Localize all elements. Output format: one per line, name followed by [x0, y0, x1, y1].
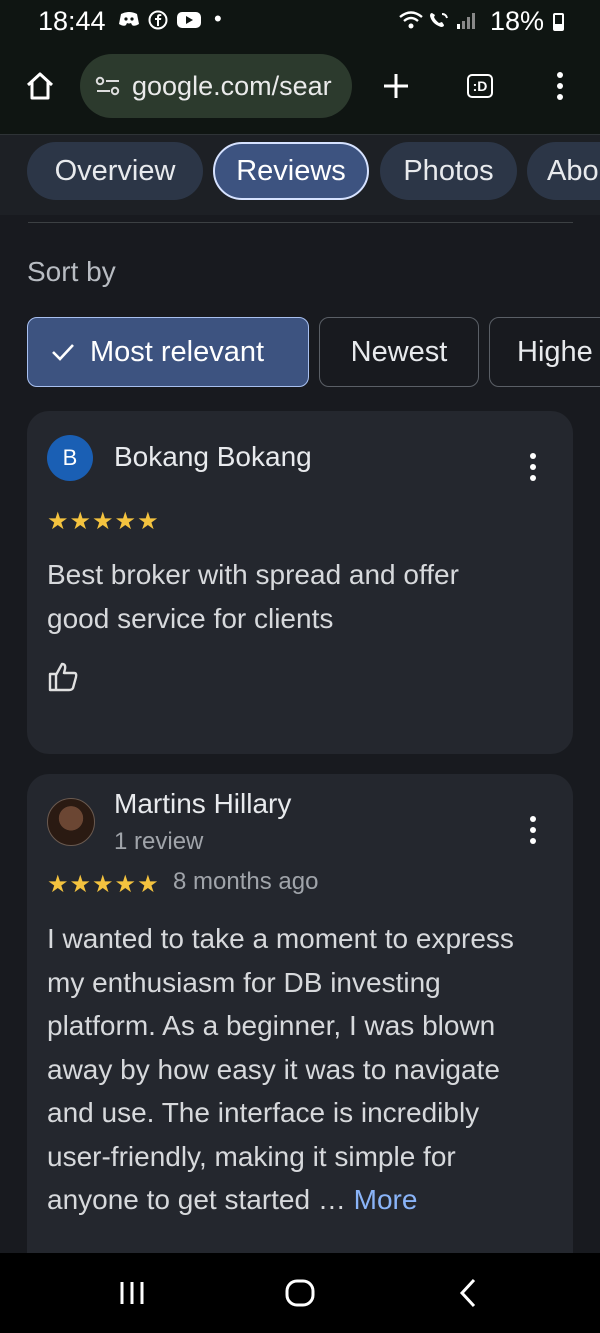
facebook-icon: [148, 10, 168, 35]
tab-overview[interactable]: Overview: [27, 142, 203, 200]
tab-reviews[interactable]: Reviews: [213, 142, 369, 200]
review-text: I wanted to take a moment to express my …: [47, 923, 514, 1215]
avatar[interactable]: B: [47, 435, 93, 481]
section-divider: [28, 222, 573, 223]
home-icon: [26, 72, 54, 100]
browser-menu-button[interactable]: [538, 64, 582, 108]
review-date: 8 months ago: [173, 868, 319, 895]
signal-icon: [456, 10, 478, 35]
check-icon: [52, 344, 74, 361]
notification-dot-icon: •: [214, 6, 222, 31]
back-button[interactable]: [446, 1271, 490, 1315]
home-circle-icon: [285, 1279, 315, 1307]
new-tab-button[interactable]: [374, 64, 418, 108]
recents-icon: [120, 1282, 144, 1304]
place-tabs: Overview Reviews Photos Abo: [0, 135, 600, 215]
review-card: B Bokang Bokang ★★★★★ Best broker with s…: [27, 411, 573, 754]
discord-icon: [118, 10, 140, 33]
tab-count: :D: [467, 74, 493, 98]
review-card: Martins Hillary 1 review ★★★★★ 8 months …: [27, 774, 573, 1294]
review-menu-icon[interactable]: [528, 816, 538, 844]
thumbs-up-icon: [48, 662, 78, 692]
url-text: google.com/sear: [132, 70, 332, 101]
review-author[interactable]: Bokang Bokang: [114, 441, 312, 473]
tab-photos[interactable]: Photos: [380, 142, 517, 200]
youtube-icon: [176, 10, 202, 35]
back-chevron-icon: [459, 1278, 476, 1308]
status-bar: 18:44 • 18%: [0, 0, 600, 44]
review-count: 1 review: [114, 828, 204, 855]
tab-switcher-button[interactable]: :D: [458, 64, 502, 108]
recent-apps-button[interactable]: [110, 1271, 154, 1315]
more-link[interactable]: More: [354, 1184, 418, 1215]
site-settings-icon[interactable]: [94, 75, 122, 97]
home-button[interactable]: [18, 64, 62, 108]
wifi-calling-icon: [428, 10, 452, 35]
sort-most-relevant-chip[interactable]: Most relevant: [27, 317, 309, 387]
address-bar[interactable]: google.com/sear: [80, 54, 352, 118]
tab-about[interactable]: Abo: [527, 142, 600, 200]
plus-icon: [384, 74, 408, 98]
like-button[interactable]: [47, 661, 79, 698]
review-menu-icon[interactable]: [528, 453, 538, 481]
sort-highest-chip[interactable]: Highe: [489, 317, 600, 387]
star-rating: ★★★★★: [47, 871, 160, 898]
sort-newest-chip[interactable]: Newest: [319, 317, 479, 387]
avatar[interactable]: [47, 798, 95, 846]
more-vert-icon: [555, 72, 565, 100]
sort-by-label: Sort by: [27, 256, 116, 287]
battery-icon: [553, 13, 564, 31]
star-rating: ★★★★★: [47, 508, 160, 535]
sort-most-relevant-label: Most relevant: [90, 335, 265, 368]
battery-percent: 18%: [489, 6, 544, 36]
status-time: 18:44: [38, 6, 106, 36]
system-nav-bar: [0, 1253, 600, 1333]
review-text: Best broker with spread and offer good s…: [47, 559, 459, 634]
wifi-icon: [398, 10, 424, 35]
browser-toolbar: google.com/sear :D: [0, 44, 600, 135]
home-nav-button[interactable]: [278, 1271, 322, 1315]
review-author[interactable]: Martins Hillary: [114, 788, 291, 820]
